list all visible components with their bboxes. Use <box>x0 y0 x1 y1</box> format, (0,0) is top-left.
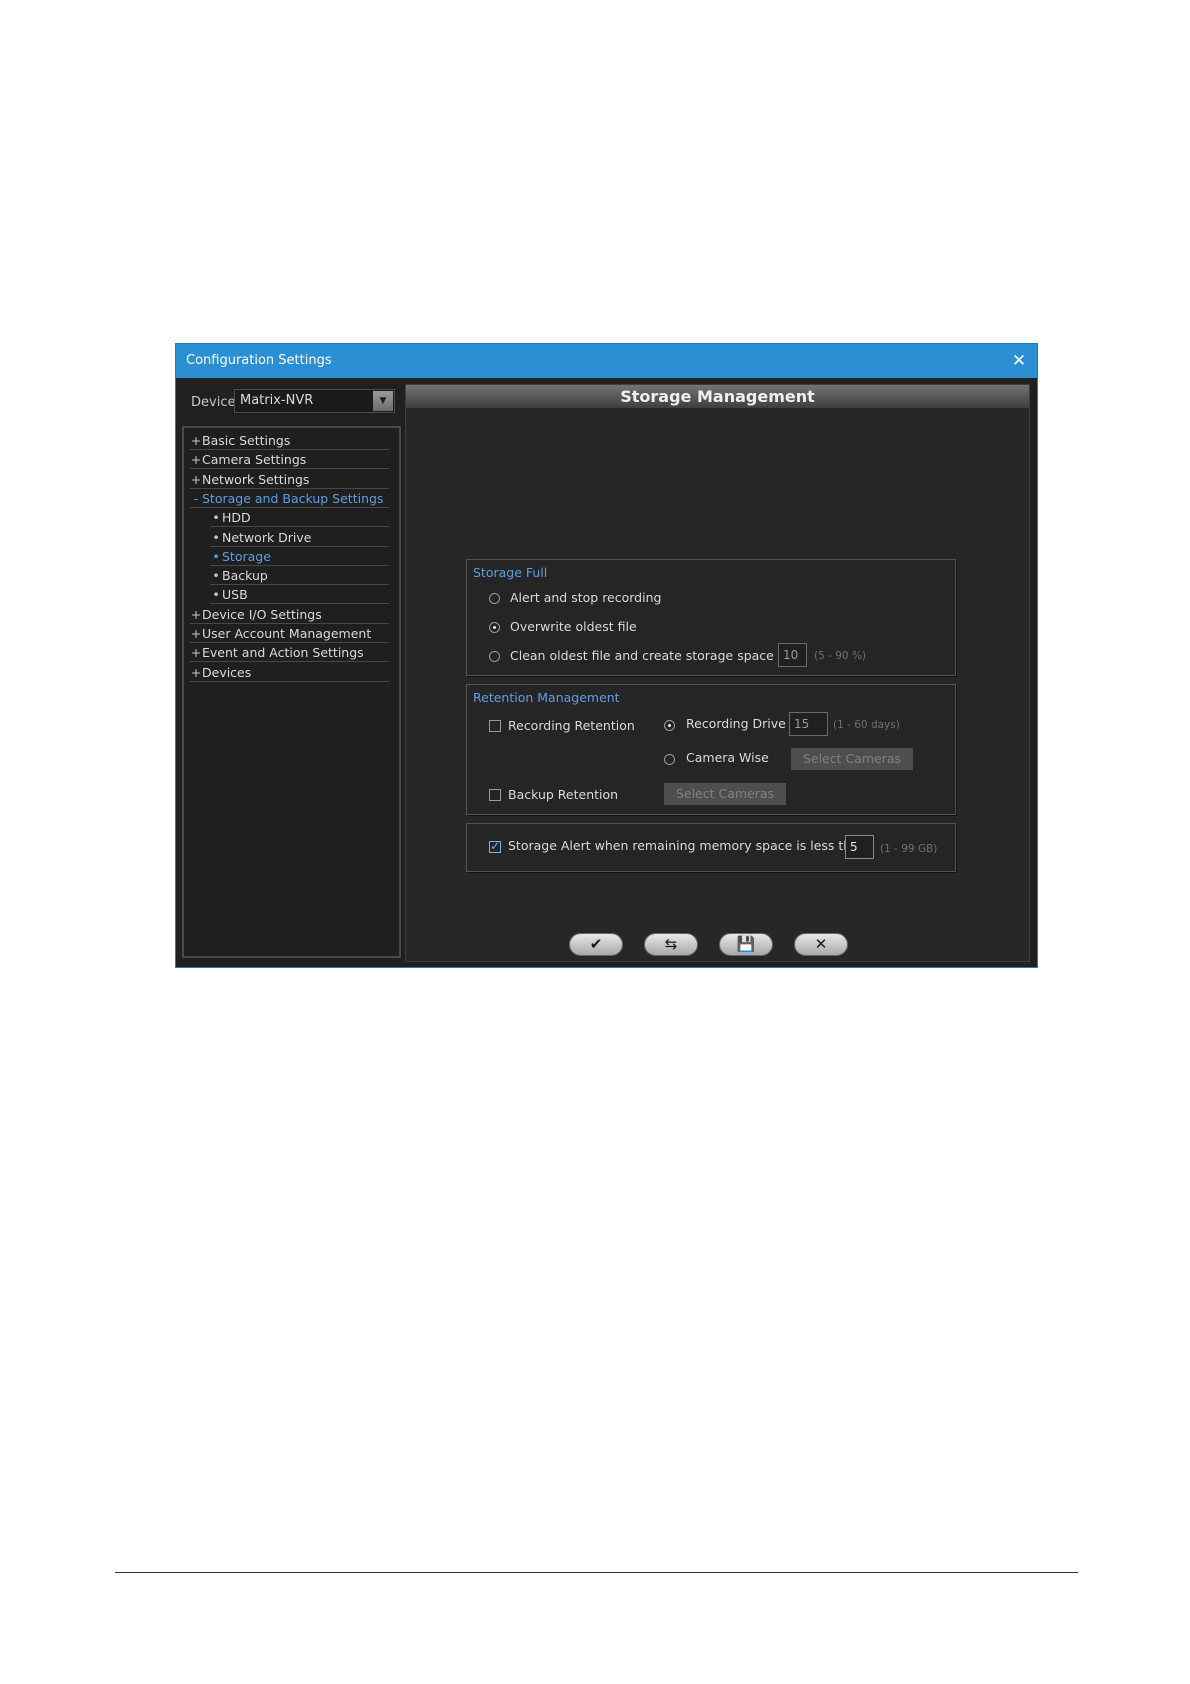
storage-alert-group: Storage Alert when remaining memory spac… <box>466 823 956 872</box>
bullet-icon: • <box>212 529 220 545</box>
recording-drive-hint: (1 - 60 days) <box>833 719 900 731</box>
refresh-icon: ⇆ <box>664 935 678 953</box>
tree-item-label: Devices <box>202 664 252 680</box>
camera-wise-radio[interactable] <box>664 754 675 765</box>
device-select-value: Matrix-NVR <box>240 393 314 408</box>
storage-management-panel: Storage Management Storage Full Alert an… <box>405 384 1030 962</box>
tree-item-label: Basic Settings <box>202 433 291 448</box>
close-icon[interactable]: ✕ <box>1009 344 1029 378</box>
bullet-icon: • <box>212 510 220 526</box>
backup-select-cameras-button[interactable]: Select Cameras <box>664 783 786 805</box>
tree-item-backup[interactable]: • Backup <box>210 566 389 586</box>
cancel-button[interactable]: ✕ <box>794 933 848 956</box>
tree-item-label: User Account Management <box>202 626 372 641</box>
apply-button[interactable]: ✔ <box>569 933 623 956</box>
page-title: Storage Management <box>406 385 1029 408</box>
tree-item-label: Network Drive <box>222 529 312 545</box>
expand-icon: + <box>190 452 202 468</box>
tree-item-hdd[interactable]: • HDD <box>210 508 389 528</box>
tree-item-basic-settings[interactable]: +Basic Settings <box>190 431 389 450</box>
recording-retention-checkbox[interactable] <box>489 720 501 732</box>
bullet-icon: • <box>212 548 220 564</box>
clean-oldest-label: Clean oldest file and create storage spa… <box>510 648 790 663</box>
tree-item-network-drive[interactable]: • Network Drive <box>210 528 389 547</box>
storage-full-group: Storage Full Alert and stop recording Ov… <box>466 559 956 676</box>
tree-item-event-and-action-settings[interactable]: +Event and Action Settings <box>190 643 389 663</box>
clean-oldest-radio[interactable] <box>489 651 500 662</box>
tree-item-storage[interactable]: • Storage <box>210 547 389 566</box>
overwrite-oldest-label: Overwrite oldest file <box>510 619 637 634</box>
tree-item-storage-and-backup-settings[interactable]: - Storage and Backup Settings <box>190 489 389 508</box>
save-button[interactable]: 💾 <box>719 933 773 956</box>
configuration-settings-window: Configuration Settings ✕ Device Matrix-N… <box>176 344 1037 967</box>
tree-item-label: USB <box>222 587 248 603</box>
expand-icon: + <box>190 433 202 448</box>
refresh-button[interactable]: ⇆ <box>644 933 698 956</box>
alert-stop-radio[interactable] <box>489 593 500 604</box>
storage-alert-checkbox[interactable] <box>489 839 501 853</box>
apply-icon: ✔ <box>589 935 603 953</box>
backup-retention-label: Backup Retention <box>508 787 619 802</box>
device-select[interactable]: Matrix-NVR ▼ <box>234 389 395 413</box>
bullet-icon: • <box>212 568 220 584</box>
tree-item-network-settings[interactable]: +Network Settings <box>190 470 389 489</box>
storage-alert-hint: (1 - 99 GB) <box>880 843 938 855</box>
title-bar: Configuration Settings ✕ <box>176 344 1037 378</box>
tree-item-label: Backup <box>222 568 268 584</box>
settings-tree: +Basic Settings +Camera Settings +Network … <box>182 426 401 958</box>
storage-space-hint: (5 - 90 %) <box>814 650 867 662</box>
tree-item-label: Storage and Backup Settings <box>202 490 384 506</box>
tree-item-usb[interactable]: • USB <box>210 585 389 605</box>
retention-management-group: Retention Management Recording Retention… <box>466 684 956 815</box>
page-footer-divider <box>115 1572 1078 1573</box>
storage-alert-label: Storage Alert when remaining memory spac… <box>508 838 867 853</box>
expand-icon: + <box>190 664 202 680</box>
close-icon: ✕ <box>814 935 828 953</box>
recording-drive-label: Recording Drive <box>686 716 786 731</box>
tree-item-device-i-o-settings[interactable]: +Device I/O Settings <box>190 605 389 624</box>
collapse-icon: - <box>193 490 199 506</box>
save-icon: 💾 <box>736 935 756 953</box>
bullet-icon: • <box>212 587 220 603</box>
tree-item-label: Device I/O Settings <box>202 606 322 622</box>
window-title: Configuration Settings <box>186 353 332 368</box>
tree-item-label: Event and Action Settings <box>202 645 364 661</box>
expand-icon: + <box>190 606 202 622</box>
storage-full-title: Storage Full <box>473 565 548 580</box>
expand-icon: + <box>190 645 202 661</box>
storage-space-input[interactable]: 10 <box>778 643 807 667</box>
backup-retention-checkbox[interactable] <box>489 789 501 801</box>
tree-item-label: Network Settings <box>202 471 310 487</box>
recording-retention-label: Recording Retention <box>508 718 635 733</box>
tree-item-user-account-management[interactable]: +User Account Management <box>190 624 389 643</box>
device-label: Device <box>191 395 236 410</box>
tree-item-label: Camera Settings <box>202 452 307 468</box>
chevron-down-icon[interactable]: ▼ <box>373 391 393 411</box>
storage-alert-gb-input[interactable]: 5 <box>845 835 874 859</box>
tree-item-devices[interactable]: +Devices <box>190 663 389 682</box>
tree-item-label: Storage <box>222 548 271 564</box>
camera-wise-label: Camera Wise <box>686 750 769 765</box>
tree-item-label: HDD <box>222 510 251 526</box>
retention-management-title: Retention Management <box>473 690 620 705</box>
overwrite-oldest-radio[interactable] <box>489 622 500 633</box>
recording-drive-radio[interactable] <box>664 720 675 731</box>
expand-icon: + <box>190 471 202 487</box>
alert-stop-label: Alert and stop recording <box>510 590 662 605</box>
tree-item-camera-settings[interactable]: +Camera Settings <box>190 450 389 470</box>
recording-drive-days-input[interactable]: 15 <box>789 712 828 736</box>
camera-wise-select-cameras-button[interactable]: Select Cameras <box>791 748 913 770</box>
expand-icon: + <box>190 626 202 641</box>
